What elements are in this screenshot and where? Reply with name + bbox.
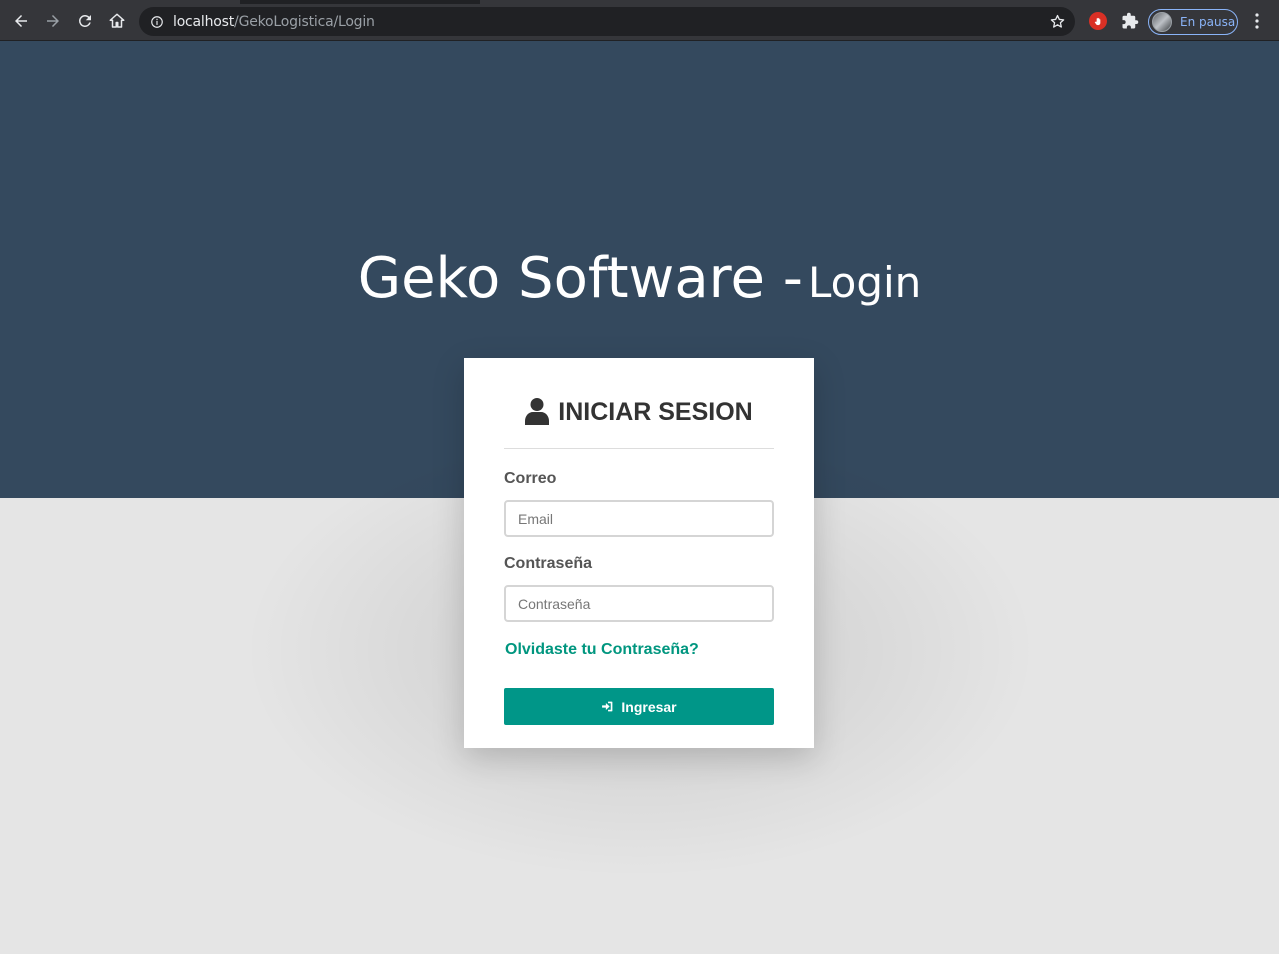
login-button-label: Ingresar xyxy=(621,698,677,715)
profile-button[interactable]: En pausa xyxy=(1148,9,1238,35)
password-field[interactable] xyxy=(504,585,774,622)
back-icon[interactable] xyxy=(8,8,34,34)
url-text: localhost/GekoLogistica/Login xyxy=(173,14,375,30)
password-label: Contraseña xyxy=(504,555,593,572)
active-tab-indicator xyxy=(240,0,480,4)
extension-stop-icon[interactable] xyxy=(1089,12,1107,30)
avatar xyxy=(1152,12,1172,32)
profile-status: En pausa xyxy=(1180,15,1236,29)
hero-title: Geko Software - xyxy=(357,246,803,311)
page-title: Geko Software - Login xyxy=(0,246,1279,311)
url-host: localhost xyxy=(173,13,235,30)
menu-icon[interactable] xyxy=(1249,12,1265,30)
info-icon[interactable] xyxy=(150,15,164,29)
login-card: INICIAR SESION Correo Contraseña Olvidas… xyxy=(464,358,814,748)
reload-icon[interactable] xyxy=(72,8,98,34)
address-bar[interactable]: localhost/GekoLogistica/Login xyxy=(139,7,1075,36)
hero-subtitle: Login xyxy=(808,258,922,307)
sign-in-icon xyxy=(602,701,613,712)
star-icon[interactable] xyxy=(1049,13,1066,30)
login-heading: INICIAR SESION xyxy=(558,398,753,426)
login-header: INICIAR SESION xyxy=(504,396,774,449)
home-icon[interactable] xyxy=(104,8,130,34)
login-button[interactable]: Ingresar xyxy=(504,688,774,725)
forgot-password-link[interactable]: Olvidaste tu Contraseña? xyxy=(505,641,699,659)
url-path: /GekoLogistica/Login xyxy=(234,13,375,30)
forward-icon[interactable] xyxy=(40,8,66,34)
email-field[interactable] xyxy=(504,500,774,537)
email-label: Correo xyxy=(504,470,557,487)
browser-toolbar: localhost/GekoLogistica/Login En pausa xyxy=(0,0,1279,41)
puzzle-icon[interactable] xyxy=(1121,12,1139,30)
user-icon xyxy=(525,398,550,425)
